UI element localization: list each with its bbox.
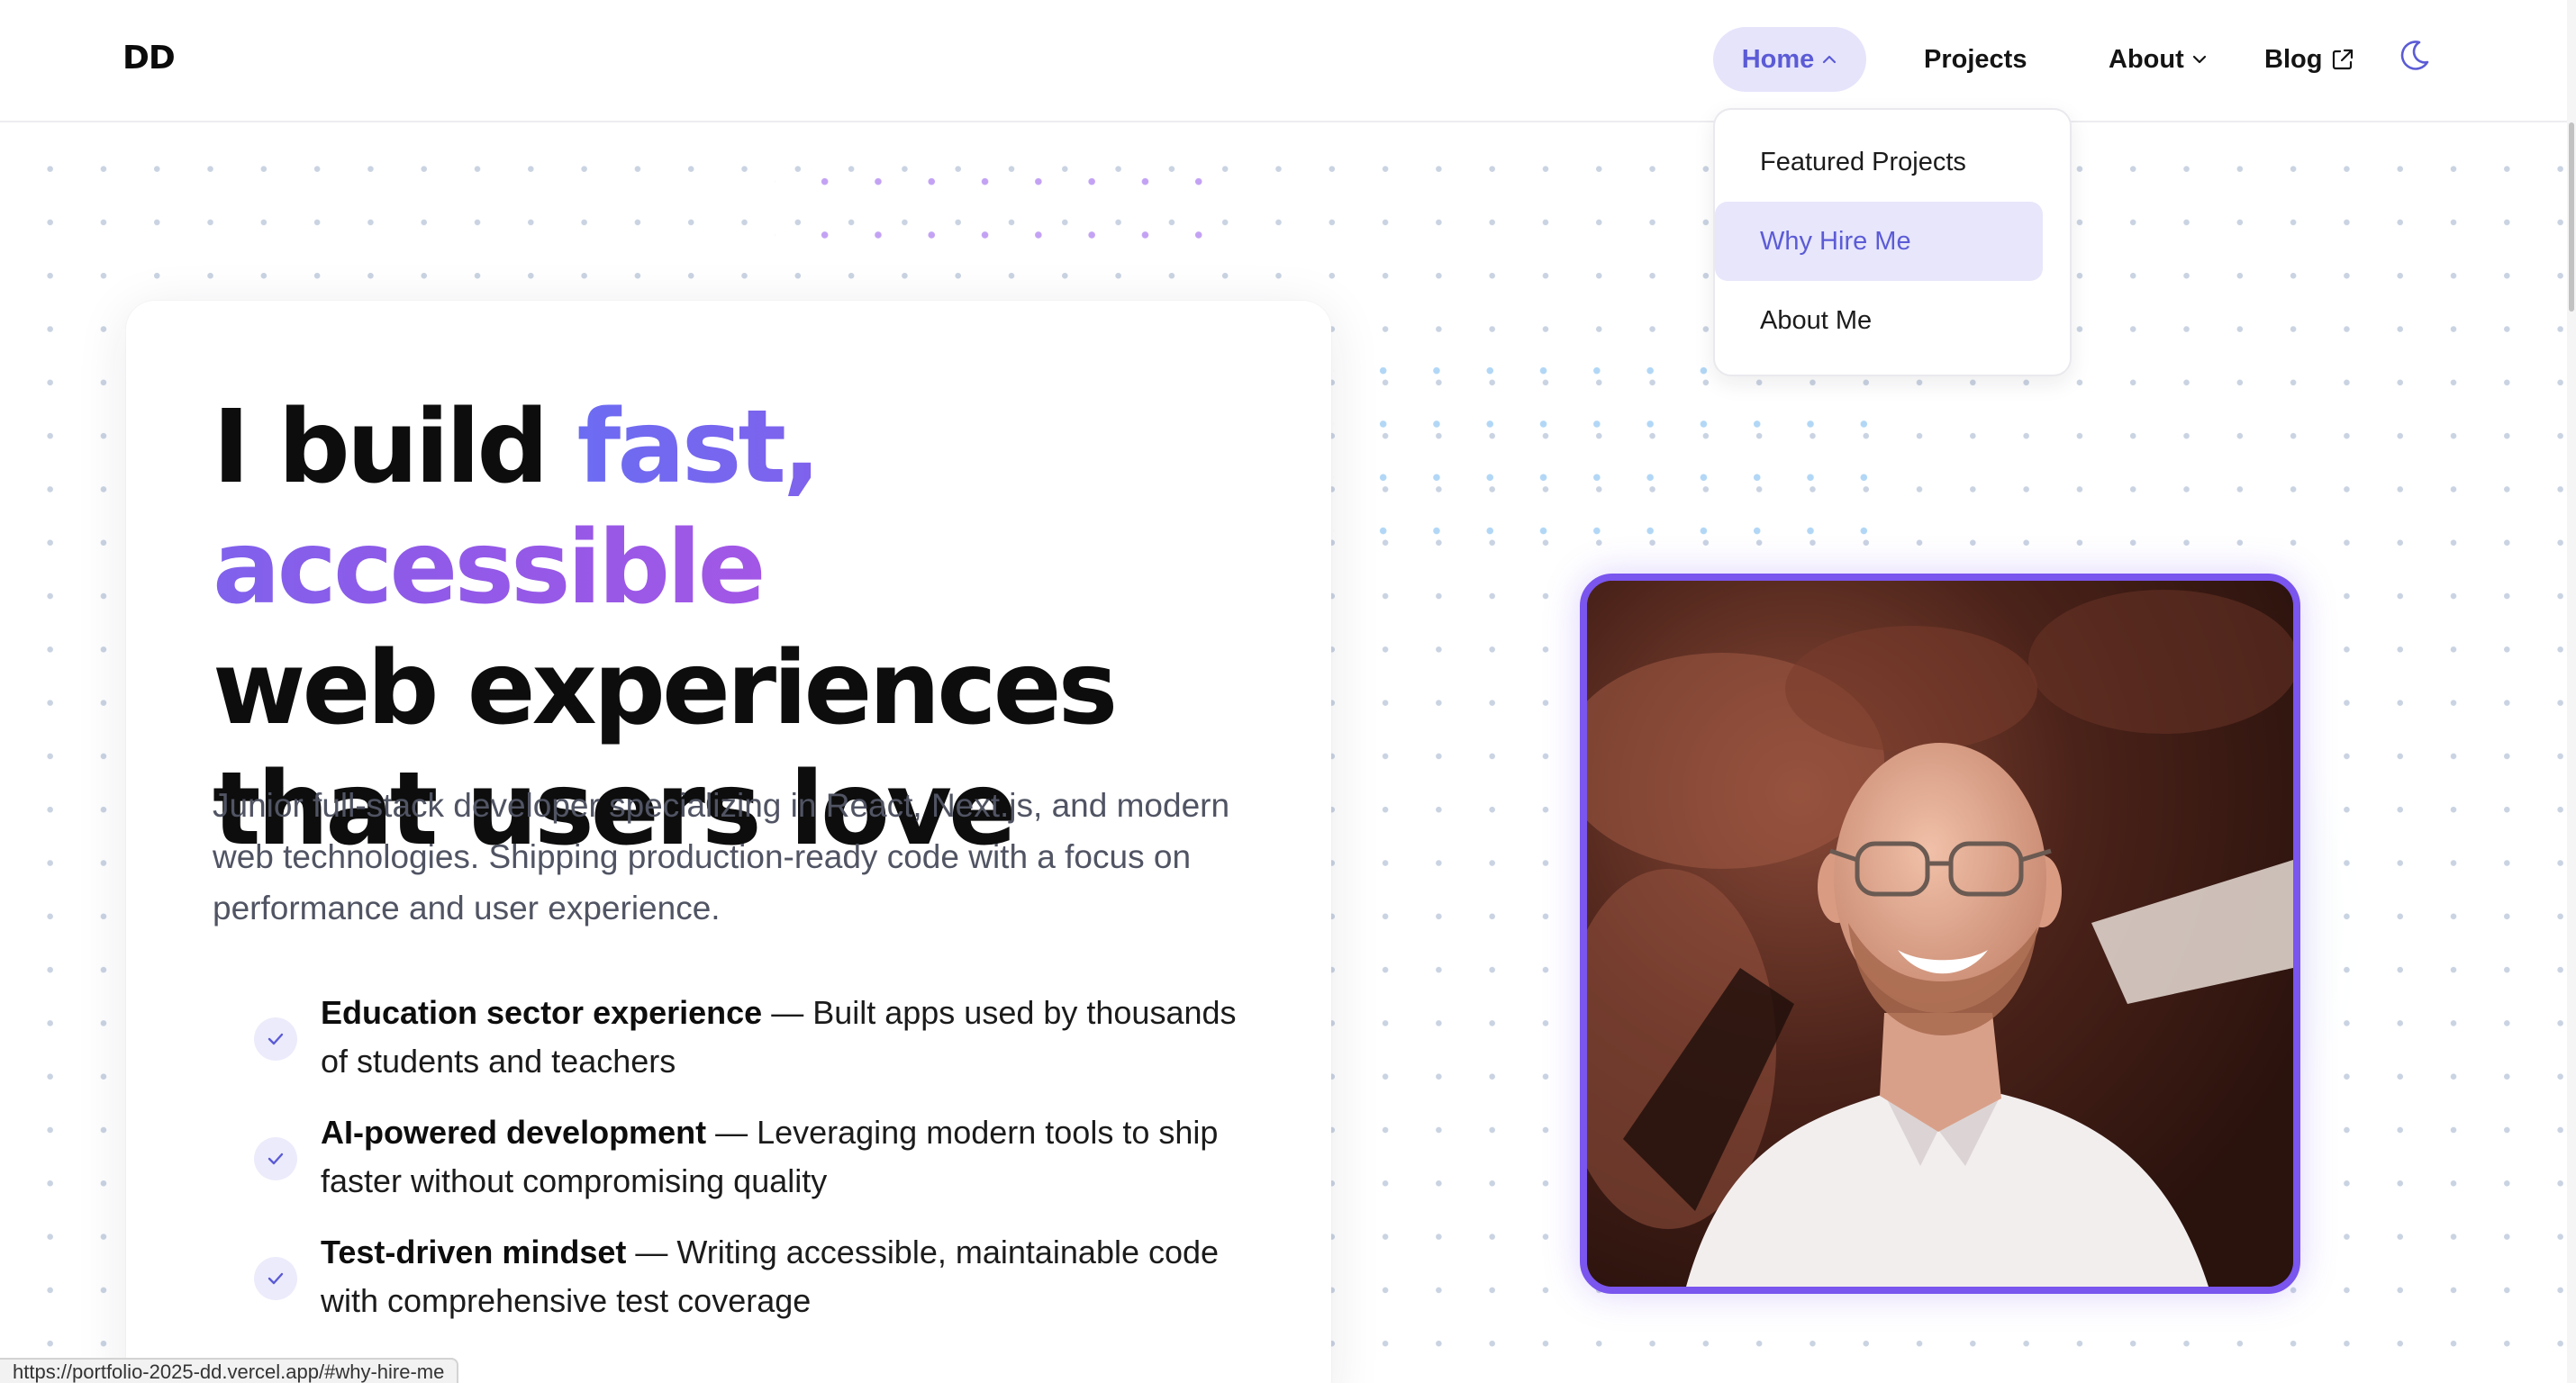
headline-lead: I build [213,389,577,506]
list-item-title: AI-powered development [321,1114,707,1151]
nav-blog[interactable]: Blog [2264,27,2356,92]
chevron-down-icon [2191,51,2208,68]
page: DD Home Projects About Blog Featured Pro… [0,0,2576,1383]
list-item-text: Education sector experience — Built apps… [321,989,1272,1086]
theme-toggle-button[interactable] [2392,38,2435,81]
list-item-text: Test-driven mindset — Writing accessible… [321,1228,1272,1325]
check-icon [254,1137,297,1180]
list-item-title: Test-driven mindset [321,1234,627,1270]
hero-subtitle: Junior full-stack developer specializing… [213,787,1230,927]
list-item-title: Education sector experience [321,994,763,1031]
dropdown-item-about-me[interactable]: About Me [1715,281,2043,360]
dotted-background-purple [775,135,1207,279]
nav-projects[interactable]: Projects [1924,27,2027,92]
dropdown-item-why-hire-me[interactable]: Why Hire Me [1715,202,2043,281]
nav-home-label: Home [1741,44,1815,74]
list-item: Education sector experience — Built apps… [254,989,1272,1108]
nav-about-label: About [2109,44,2184,74]
status-url: https://portfolio-2025-dd.vercel.app/#wh… [0,1358,459,1383]
home-dropdown-menu: Featured Projects Why Hire Me About Me [1713,108,2072,376]
check-icon [254,1257,297,1300]
external-link-icon [2329,46,2356,73]
profile-photo [1580,574,2300,1294]
dropdown-item-featured-projects[interactable]: Featured Projects [1715,122,2043,202]
nav-home[interactable]: Home [1713,27,1866,92]
list-item-text: AI-powered development — Leveraging mode… [321,1108,1272,1206]
value-list: Education sector experience — Built apps… [254,989,1272,1348]
site-header: DD Home Projects About Blog [0,0,2567,122]
nav-projects-label: Projects [1924,44,2027,74]
list-item: Test-driven mindset — Writing accessible… [254,1228,1272,1348]
moon-icon [2396,38,2432,81]
profile-photo-illustration [1587,581,2293,1287]
nav-about[interactable]: About [2109,27,2208,92]
check-icon [254,1017,297,1061]
logo[interactable]: DD [122,40,176,77]
scrollbar-thumb[interactable] [2569,122,2574,312]
list-item: AI-powered development — Leveraging mode… [254,1108,1272,1228]
scrollbar[interactable] [2567,0,2576,1383]
nav-blog-label: Blog [2264,44,2323,74]
chevron-up-icon [1821,51,1837,68]
